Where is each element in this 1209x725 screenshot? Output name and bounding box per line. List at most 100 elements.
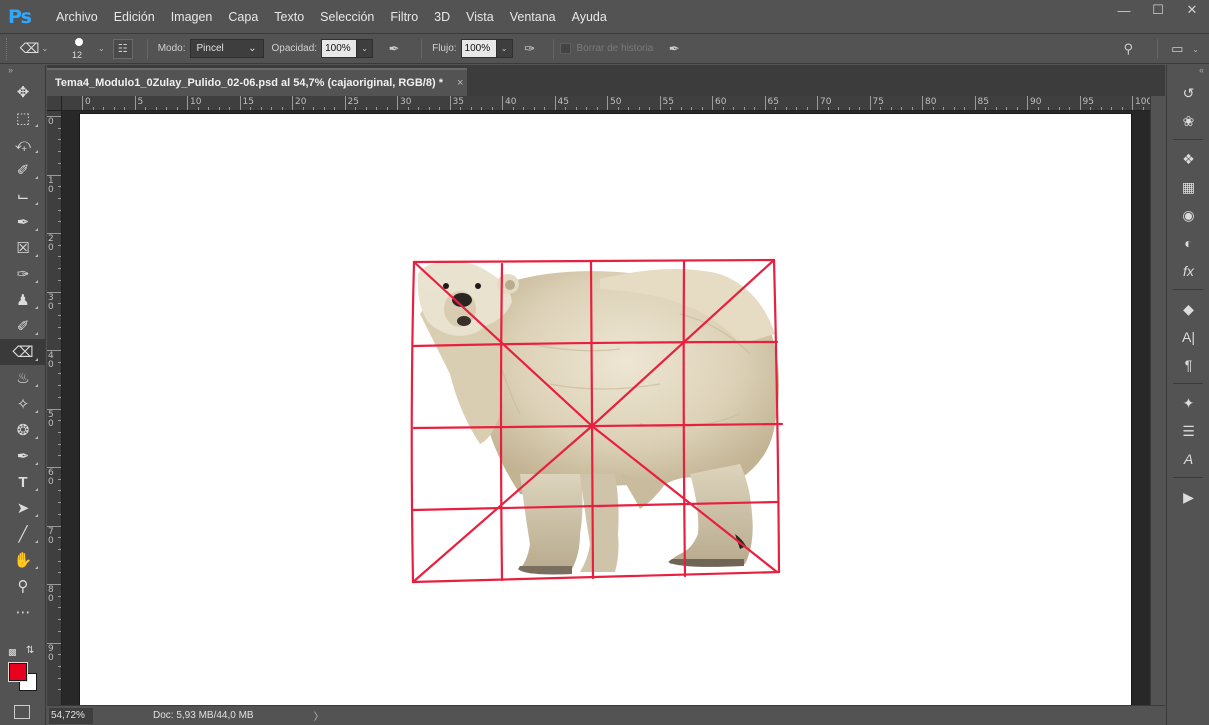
flow-slider-toggle[interactable]: ⌄ bbox=[496, 39, 513, 58]
vertical-ruler[interactable]: 0 1 0 2 0 3 0 4 0 5 0 6 0 7 0 8 0 9 0 bbox=[47, 111, 62, 705]
lasso-tool-icon[interactable]: ⤽ bbox=[0, 131, 46, 157]
pressure-opacity-icon[interactable]: ✒ bbox=[383, 38, 405, 60]
ruler-minor-tick bbox=[323, 107, 325, 110]
close-tab-icon[interactable]: × bbox=[457, 77, 463, 89]
adjustments-icon[interactable]: ◐ bbox=[1167, 229, 1209, 257]
marquee-tool-icon[interactable]: ⬚ bbox=[0, 105, 46, 131]
quick-mask-icon[interactable] bbox=[14, 705, 30, 719]
brush-preset-picker[interactable]: 12 bbox=[62, 35, 96, 63]
ruler-minor-tick bbox=[670, 107, 671, 110]
paint-bucket-tool-icon[interactable]: ♨ bbox=[0, 365, 46, 391]
menu-archivo[interactable]: Archivo bbox=[48, 0, 106, 34]
swap-colors-icon[interactable]: ⇅ bbox=[26, 645, 34, 656]
mode-select[interactable]: Pincel ⌄ bbox=[189, 39, 264, 58]
history-icon[interactable]: ↺ bbox=[1167, 79, 1209, 107]
options-grip[interactable] bbox=[6, 37, 16, 60]
grid-icon[interactable]: ▦ bbox=[1167, 173, 1209, 201]
ruler-tick bbox=[397, 96, 398, 110]
ruler-minor-tick bbox=[58, 537, 61, 539]
eraser-tool-icon[interactable]: ⌫ bbox=[0, 339, 46, 365]
airbrush-icon[interactable]: ✑ bbox=[519, 38, 541, 60]
menu-edicion[interactable]: Edición bbox=[106, 0, 163, 34]
search-icon[interactable]: ⚲ bbox=[1117, 38, 1139, 60]
panel-collapse-icon[interactable]: ›› bbox=[0, 65, 45, 79]
tool-preset-picker[interactable]: ⌫ ⌄ bbox=[16, 40, 52, 57]
document-canvas[interactable] bbox=[80, 114, 1131, 705]
glyphs-icon[interactable]: A bbox=[1167, 445, 1209, 473]
foreground-color-swatch[interactable] bbox=[8, 662, 28, 682]
ruler-minor-tick bbox=[533, 107, 535, 110]
menu-seleccion[interactable]: Selección bbox=[312, 0, 382, 34]
move-tool-icon[interactable]: ✥ bbox=[0, 79, 46, 105]
menu-ayuda[interactable]: Ayuda bbox=[564, 0, 615, 34]
paragraph-icon[interactable]: ¶ bbox=[1167, 351, 1209, 379]
properties-icon[interactable]: ☰ bbox=[1167, 417, 1209, 445]
canvas-artwork bbox=[410, 258, 784, 584]
pen-tool-icon[interactable]: ✒ bbox=[0, 443, 46, 469]
opacity-input[interactable]: 100% bbox=[321, 39, 358, 58]
flow-label: Flujo: bbox=[432, 43, 457, 54]
menu-filtro[interactable]: Filtro bbox=[382, 0, 426, 34]
type-tool-icon[interactable]: T bbox=[0, 469, 46, 495]
layers-icon[interactable]: ◆ bbox=[1167, 295, 1209, 323]
pressure-size-icon[interactable]: ✒ bbox=[663, 38, 685, 60]
minimize-icon[interactable]: — bbox=[1107, 0, 1141, 20]
ruler-minor-tick bbox=[103, 107, 104, 110]
status-menu-arrow[interactable]: 〉 bbox=[314, 708, 324, 723]
path-selection-tool-icon[interactable]: ➤ bbox=[0, 495, 46, 521]
menu-vista[interactable]: Vista bbox=[458, 0, 502, 34]
menu-texto[interactable]: Texto bbox=[266, 0, 312, 34]
maximize-icon[interactable]: ☐ bbox=[1141, 0, 1175, 20]
3d-icon[interactable]: ❖ bbox=[1167, 145, 1209, 173]
ruler-minor-tick bbox=[58, 595, 61, 597]
brush-panel-toggle-icon[interactable]: ☷ bbox=[112, 38, 133, 59]
menu-imagen[interactable]: Imagen bbox=[163, 0, 221, 34]
menu-3d[interactable]: 3D bbox=[426, 0, 458, 34]
clone-stamp-tool-icon[interactable]: ♟ bbox=[0, 287, 46, 313]
ruler-minor-tick bbox=[796, 107, 797, 110]
document-tab[interactable]: Tema4_Modulo1_0Zulay_Pulido_02-06.psd al… bbox=[47, 68, 467, 96]
dodge-tool-icon[interactable]: ✧ bbox=[0, 391, 46, 417]
play-icon[interactable]: ▶ bbox=[1167, 483, 1209, 511]
zoom-level-input[interactable]: 54,72% bbox=[49, 707, 93, 724]
opacity-slider-toggle[interactable]: ⌄ bbox=[357, 39, 374, 58]
menu-ventana[interactable]: Ventana bbox=[502, 0, 564, 34]
zoom-tool-icon[interactable]: ⚲ bbox=[0, 573, 46, 599]
fx-icon[interactable]: fx bbox=[1167, 257, 1209, 285]
brush-tool-icon[interactable]: ✑ bbox=[0, 261, 46, 287]
ruler-corner[interactable] bbox=[47, 96, 62, 111]
flow-input[interactable]: 100% bbox=[460, 39, 497, 58]
default-colors-icon[interactable]: ▩ bbox=[8, 647, 17, 658]
ruler-label: 15 bbox=[242, 97, 254, 107]
ruler-minor-tick bbox=[58, 513, 61, 515]
vertical-scrollbar[interactable] bbox=[1150, 96, 1165, 705]
history-brush-tool-icon[interactable]: ✐ bbox=[0, 313, 46, 339]
grid-line-bottom bbox=[411, 570, 781, 584]
erase-history-checkbox[interactable] bbox=[559, 43, 571, 54]
canvas-workspace[interactable] bbox=[62, 111, 1150, 705]
hand-tool-icon[interactable]: ✋ bbox=[0, 547, 46, 573]
color-wheel-icon[interactable]: ❀ bbox=[1167, 107, 1209, 135]
chevron-down-icon[interactable]: ⌄ bbox=[98, 44, 105, 53]
ruler-minor-tick bbox=[1016, 107, 1018, 110]
brush-settings-icon[interactable]: ✦ bbox=[1167, 389, 1209, 417]
close-icon[interactable]: ✕ bbox=[1175, 0, 1209, 20]
ruler-minor-tick bbox=[58, 151, 61, 153]
ruler-minor-tick bbox=[58, 607, 61, 609]
eyedropper-tool-icon[interactable]: ✒ bbox=[0, 209, 46, 235]
line-tool-icon[interactable]: ╱ bbox=[0, 521, 46, 547]
more-tools-icon[interactable]: ⋯ bbox=[0, 599, 46, 625]
menu-capa[interactable]: Capa bbox=[220, 0, 266, 34]
dock-expand-icon[interactable]: ‹‹ bbox=[1167, 65, 1209, 79]
healing-brush-tool-icon[interactable]: ☒ bbox=[0, 235, 46, 261]
blur-tool-icon[interactable]: ❂ bbox=[0, 417, 46, 443]
chevron-down-icon[interactable]: ⌄ bbox=[1192, 45, 1199, 54]
swatches-icon[interactable]: ◉ bbox=[1167, 201, 1209, 229]
quick-selection-tool-icon[interactable]: ✐ bbox=[0, 157, 46, 183]
crop-tool-icon[interactable]: ⌙ bbox=[0, 183, 46, 209]
horizontal-ruler[interactable]: 0 5 10 15 20 25 30 35 40 45 50 55 60 65 70 75 80 85 90 95 10… bbox=[62, 96, 1150, 111]
workspace-icon[interactable]: ▭ bbox=[1166, 38, 1188, 60]
ruler-minor-tick bbox=[649, 107, 650, 110]
character-icon[interactable]: A| bbox=[1167, 323, 1209, 351]
ruler-label: 35 bbox=[452, 97, 464, 107]
